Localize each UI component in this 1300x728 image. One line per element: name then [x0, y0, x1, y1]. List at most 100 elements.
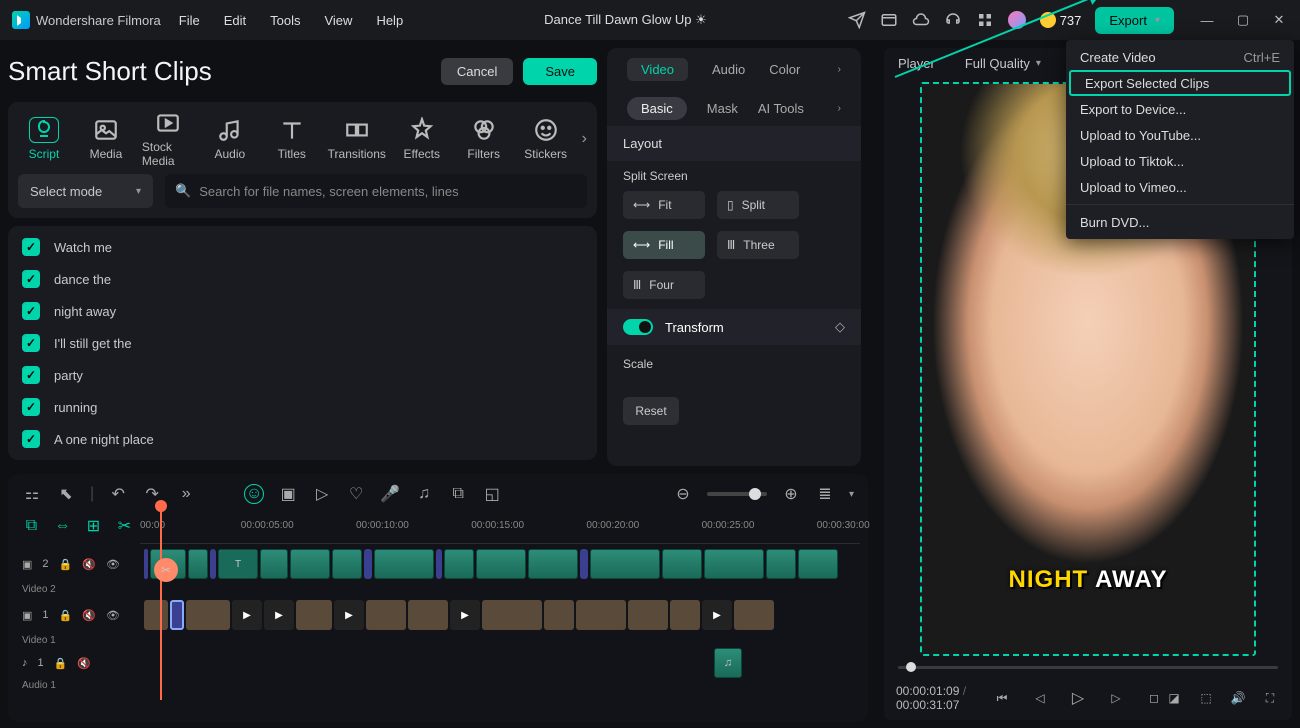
play-icon[interactable]: ▷	[1068, 688, 1088, 708]
music-icon[interactable]: ♫	[414, 484, 434, 504]
visibility-icon[interactable]: 👁	[106, 609, 120, 622]
step-back-icon[interactable]: ◁	[1030, 688, 1050, 708]
snapshot-icon[interactable]: ◪	[1164, 688, 1184, 708]
headset-icon[interactable]	[944, 11, 962, 29]
send-icon[interactable]	[848, 11, 866, 29]
reset-button[interactable]: Reset	[623, 397, 679, 425]
pointer-icon[interactable]: ⬉	[56, 484, 76, 504]
track-tool-2[interactable]: ⇔	[53, 516, 72, 536]
checkbox-icon[interactable]: ✓	[22, 366, 40, 384]
checkbox-icon[interactable]: ✓	[22, 398, 40, 416]
layout-fill[interactable]: ⟷Fill	[623, 231, 705, 259]
lock-icon[interactable]: 🔒	[54, 657, 68, 670]
tab-transitions[interactable]: Transitions	[328, 117, 386, 161]
export-create-video[interactable]: Create Video Ctrl+E	[1066, 44, 1294, 70]
fullscreen-icon[interactable]: ⛶	[1260, 688, 1280, 708]
upload-youtube[interactable]: Upload to YouTube...	[1066, 122, 1294, 148]
layout-three[interactable]: ⅢThree	[717, 231, 799, 259]
track-tool-4[interactable]: ✂	[115, 516, 134, 536]
menu-edit[interactable]: Edit	[224, 13, 246, 28]
tab-media[interactable]: Media	[80, 117, 132, 161]
script-line[interactable]: ✓dance the	[16, 264, 589, 294]
cloud-icon[interactable]	[912, 11, 930, 29]
checkbox-icon[interactable]: ✓	[22, 430, 40, 448]
mute-icon[interactable]: 🔇	[82, 558, 96, 571]
visibility-icon[interactable]: 👁	[106, 558, 120, 571]
track-body[interactable]: ♫	[144, 646, 860, 680]
script-line[interactable]: ✓party	[16, 360, 589, 390]
upload-vimeo[interactable]: Upload to Vimeo...	[1066, 174, 1294, 200]
track-tool-3[interactable]: ⊞	[84, 516, 103, 536]
save-button[interactable]: Save	[523, 58, 597, 85]
script-line[interactable]: ✓I'll still get the	[16, 328, 589, 358]
timeline-view-icon[interactable]: ≣	[815, 484, 835, 504]
transform-row[interactable]: Transform ◇	[607, 309, 861, 345]
more-icon[interactable]: ›	[838, 64, 841, 75]
stop-icon[interactable]: ◻	[1144, 688, 1164, 708]
shield-icon[interactable]: ♡	[346, 484, 366, 504]
track-body[interactable]: ▶ ▶ ▶ ▶ ▶	[144, 598, 860, 632]
prop-tab-video[interactable]: Video	[627, 58, 688, 81]
volume-icon[interactable]: 🔊	[1228, 688, 1248, 708]
script-line[interactable]: ✓A one night place	[16, 424, 589, 454]
select-mode-dropdown[interactable]: Select mode ▾	[18, 174, 153, 208]
track-body[interactable]: T	[144, 547, 860, 581]
tab-audio[interactable]: Audio	[204, 117, 256, 161]
script-line[interactable]: ✓Watch me	[16, 232, 589, 262]
lock-icon[interactable]: 🔒	[59, 609, 73, 622]
script-line[interactable]: ✓running	[16, 392, 589, 422]
export-button[interactable]: Export ▾	[1095, 7, 1174, 34]
tab-stickers[interactable]: Stickers	[520, 117, 572, 161]
zoom-slider[interactable]	[707, 492, 767, 496]
menu-view[interactable]: View	[324, 13, 352, 28]
marker-icon[interactable]: ⬚	[1196, 688, 1216, 708]
copy-icon[interactable]: ⧉	[448, 484, 468, 504]
cancel-button[interactable]: Cancel	[441, 58, 513, 85]
more-icon[interactable]: ›	[838, 103, 841, 114]
subtab-mask[interactable]: Mask	[707, 101, 738, 116]
undo-icon[interactable]: ↶	[108, 484, 128, 504]
tab-stock[interactable]: Stock Media	[142, 110, 194, 168]
checkbox-icon[interactable]: ✓	[22, 270, 40, 288]
layout-split[interactable]: ▯Split	[717, 191, 799, 219]
tabs-more-icon[interactable]: ›	[582, 130, 587, 148]
close-icon[interactable]: ✕	[1270, 11, 1288, 29]
subtab-ai[interactable]: AI Tools	[758, 101, 804, 116]
mute-icon[interactable]: 🔇	[77, 657, 91, 670]
expand-icon[interactable]: »	[176, 484, 196, 504]
layout-fit[interactable]: ⟷Fit	[623, 191, 705, 219]
grid-icon[interactable]	[976, 11, 994, 29]
checkbox-icon[interactable]: ✓	[22, 302, 40, 320]
layout-four[interactable]: ⅢFour	[623, 271, 705, 299]
step-fwd-icon[interactable]: ▷	[1106, 688, 1126, 708]
ai-face-icon[interactable]: ☺	[244, 484, 264, 504]
menu-tools[interactable]: Tools	[270, 13, 300, 28]
menu-help[interactable]: Help	[376, 13, 403, 28]
mic-icon[interactable]: 🎤	[380, 484, 400, 504]
upload-tiktok[interactable]: Upload to Tiktok...	[1066, 148, 1294, 174]
zoom-out-icon[interactable]: ⊖	[673, 484, 693, 504]
track-tool-1[interactable]: ⧉	[22, 516, 41, 536]
chevron-down-icon[interactable]: ▾	[849, 489, 854, 500]
keyframe-icon[interactable]: ◇	[835, 319, 845, 335]
quality-dropdown[interactable]: Full Quality▾	[965, 56, 1041, 71]
tab-filters[interactable]: Filters	[458, 117, 510, 161]
mute-icon[interactable]: 🔇	[82, 609, 96, 622]
maximize-icon[interactable]: ▢	[1234, 11, 1252, 29]
checkbox-icon[interactable]: ✓	[22, 238, 40, 256]
menu-file[interactable]: File	[179, 13, 200, 28]
timeline-ruler[interactable]: 00:00 00:00:05:00 00:00:10:00 00:00:15:0…	[140, 518, 860, 544]
crop-icon[interactable]: ◱	[482, 484, 502, 504]
export-to-device[interactable]: Export to Device...	[1066, 96, 1294, 122]
transform-toggle[interactable]	[623, 319, 653, 335]
stock-icon[interactable]	[880, 11, 898, 29]
export-selected-clips[interactable]: Export Selected Clips	[1069, 70, 1291, 96]
playhead[interactable]	[160, 510, 162, 700]
preview-scrubber[interactable]	[884, 660, 1292, 676]
burn-dvd[interactable]: Burn DVD...	[1066, 209, 1294, 235]
checkbox-icon[interactable]: ✓	[22, 334, 40, 352]
prev-frame-icon[interactable]: ⏮	[992, 688, 1012, 708]
search-input[interactable]: 🔍 Search for file names, screen elements…	[165, 174, 587, 208]
zoom-in-icon[interactable]: ⊕	[781, 484, 801, 504]
tab-effects[interactable]: Effects	[396, 117, 448, 161]
